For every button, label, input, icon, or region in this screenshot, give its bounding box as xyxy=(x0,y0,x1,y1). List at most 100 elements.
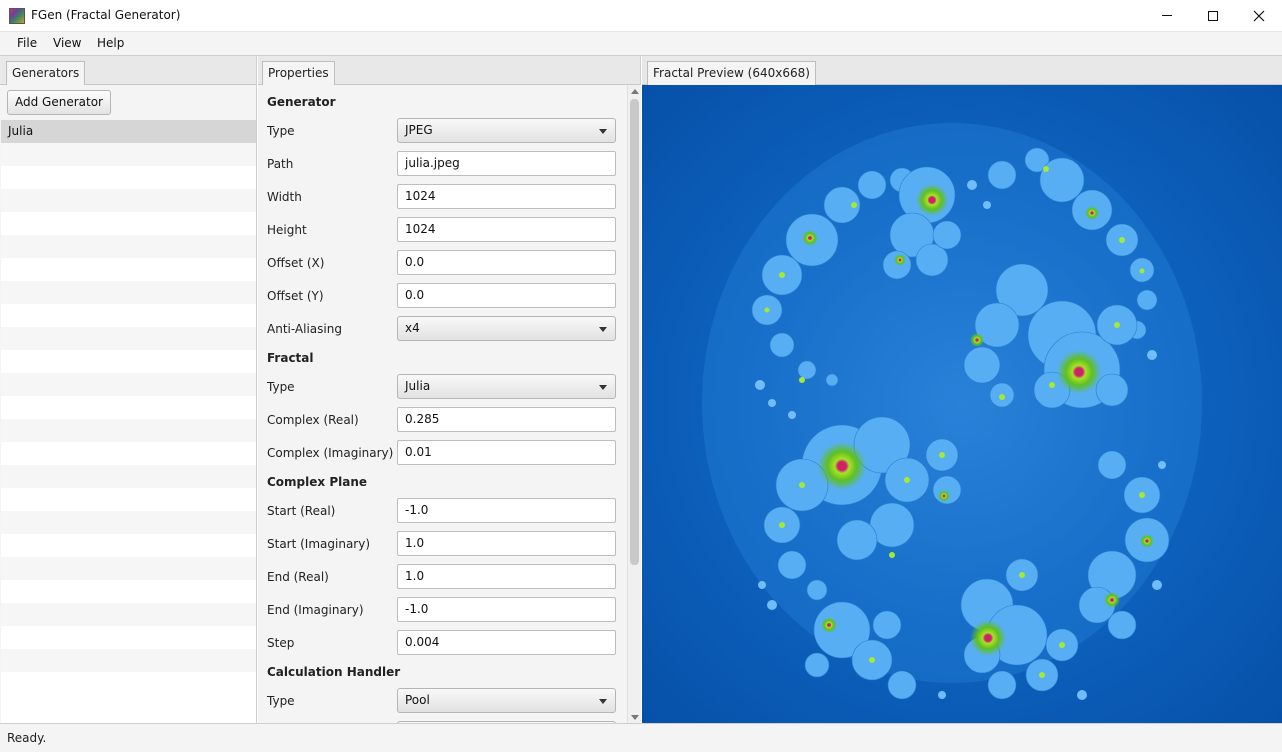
complex-real-field[interactable]: 0.285 xyxy=(397,407,616,432)
label-end-imaginary: End (Imaginary) xyxy=(267,603,364,617)
label-offset-y: Offset (Y) xyxy=(267,289,324,303)
scroll-thumb[interactable] xyxy=(630,99,639,565)
menu-help[interactable]: Help xyxy=(97,36,124,50)
chevron-down-icon xyxy=(599,385,607,390)
maximize-button[interactable] xyxy=(1190,0,1236,31)
tab-generators[interactable]: Generators xyxy=(6,61,86,85)
list-item xyxy=(1,626,256,649)
generators-tabstrip: Generators xyxy=(0,56,256,85)
tab-properties[interactable]: Properties xyxy=(262,61,335,85)
path-field[interactable]: julia.jpeg xyxy=(397,151,616,176)
width-field[interactable]: 1024 xyxy=(397,184,616,209)
menu-view[interactable]: View xyxy=(53,36,81,50)
preview-panel: Fractal Preview (640x668) xyxy=(642,56,1282,723)
chevron-down-icon xyxy=(599,327,607,332)
section-complex-plane: Complex Plane xyxy=(267,475,368,489)
complex-imaginary-field[interactable]: 0.01 xyxy=(397,440,616,465)
list-item xyxy=(1,143,256,166)
offset-y-field[interactable]: 0.0 xyxy=(397,283,616,308)
list-item xyxy=(1,189,256,212)
label-generator-type: Type xyxy=(267,124,295,138)
label-step: Step xyxy=(267,636,295,650)
scroll-down-icon[interactable] xyxy=(631,715,639,720)
list-item xyxy=(1,580,256,603)
fractal-type-select[interactable]: Julia xyxy=(397,374,616,399)
window-title: FGen (Fractal Generator) xyxy=(31,8,181,22)
preview-tabstrip: Fractal Preview (640x668) xyxy=(642,56,1282,85)
label-start-imaginary: Start (Imaginary) xyxy=(267,537,371,551)
list-item xyxy=(1,534,256,557)
list-item xyxy=(1,649,256,672)
add-generator-button[interactable]: Add Generator xyxy=(7,90,111,115)
list-item xyxy=(1,442,256,465)
title-bar: FGen (Fractal Generator) xyxy=(0,0,1282,32)
start-real-field[interactable]: -1.0 xyxy=(397,498,616,523)
label-path: Path xyxy=(267,157,294,171)
list-item xyxy=(1,603,256,626)
generator-type-value: JPEG xyxy=(405,123,433,137)
list-item-julia[interactable]: Julia xyxy=(1,120,256,143)
list-item xyxy=(1,166,256,189)
section-fractal: Fractal xyxy=(267,351,314,365)
status-bar: Ready. xyxy=(0,723,1282,752)
generator-list: Julia xyxy=(1,120,256,723)
status-text: Ready. xyxy=(7,731,47,745)
minimize-icon xyxy=(1162,15,1172,16)
anti-aliasing-select[interactable]: x4 xyxy=(397,316,616,341)
list-item xyxy=(1,304,256,327)
label-handler-type: Type xyxy=(267,694,295,708)
label-anti-aliasing: Anti-Aliasing xyxy=(267,322,342,336)
label-offset-x: Offset (X) xyxy=(267,256,325,270)
label-complex-imaginary: Complex (Imaginary) xyxy=(267,446,394,460)
section-generator: Generator xyxy=(267,95,336,109)
label-end-real: End (Real) xyxy=(267,570,329,584)
handler-type-value: Pool xyxy=(405,693,430,707)
list-item xyxy=(1,488,256,511)
generators-panel: Generators Add Generator Julia xyxy=(0,56,257,723)
label-width: Width xyxy=(267,190,302,204)
list-item xyxy=(1,557,256,580)
list-item xyxy=(1,350,256,373)
list-item xyxy=(1,373,256,396)
close-icon xyxy=(1253,10,1265,21)
fractal-preview-image xyxy=(642,85,1282,723)
end-real-field[interactable]: 1.0 xyxy=(397,564,616,589)
step-field[interactable]: 0.004 xyxy=(397,630,616,655)
chevron-down-icon xyxy=(599,129,607,134)
section-calculation-handler: Calculation Handler xyxy=(267,665,401,679)
list-item xyxy=(1,396,256,419)
julia-fractal xyxy=(702,123,1202,700)
end-imaginary-field[interactable]: -1.0 xyxy=(397,597,616,622)
offset-x-field[interactable]: 0.0 xyxy=(397,250,616,275)
fractal-type-value: Julia xyxy=(405,379,431,393)
list-item xyxy=(1,672,256,695)
maximize-icon xyxy=(1208,10,1218,21)
properties-form: Generator Type JPEG Path julia.jpeg Widt… xyxy=(258,85,627,723)
label-fractal-type: Type xyxy=(267,380,295,394)
height-field[interactable]: 1024 xyxy=(397,217,616,242)
start-imaginary-field[interactable]: 1.0 xyxy=(397,531,616,556)
close-button[interactable] xyxy=(1236,0,1282,31)
label-complex-real: Complex (Real) xyxy=(267,413,359,427)
scroll-up-icon[interactable] xyxy=(631,89,639,94)
list-item xyxy=(1,235,256,258)
properties-scrollbar[interactable] xyxy=(627,85,641,723)
tab-fractal-preview[interactable]: Fractal Preview (640x668) xyxy=(647,61,816,85)
list-item xyxy=(1,327,256,350)
app-icon xyxy=(9,8,25,24)
label-height: Height xyxy=(267,223,307,237)
list-item xyxy=(1,212,256,235)
list-item xyxy=(1,511,256,534)
properties-panel: Properties Generator Type JPEG Path juli… xyxy=(258,56,641,723)
generator-type-select[interactable]: JPEG xyxy=(397,118,616,143)
handler-type-select[interactable]: Pool xyxy=(397,688,616,713)
chevron-down-icon xyxy=(599,699,607,704)
menu-bar: File View Help xyxy=(0,32,1282,56)
list-item xyxy=(1,465,256,488)
label-start-real: Start (Real) xyxy=(267,504,336,518)
anti-aliasing-value: x4 xyxy=(405,321,420,335)
minimize-button[interactable] xyxy=(1144,0,1190,31)
list-item xyxy=(1,281,256,304)
list-item xyxy=(1,258,256,281)
menu-file[interactable]: File xyxy=(17,36,37,50)
